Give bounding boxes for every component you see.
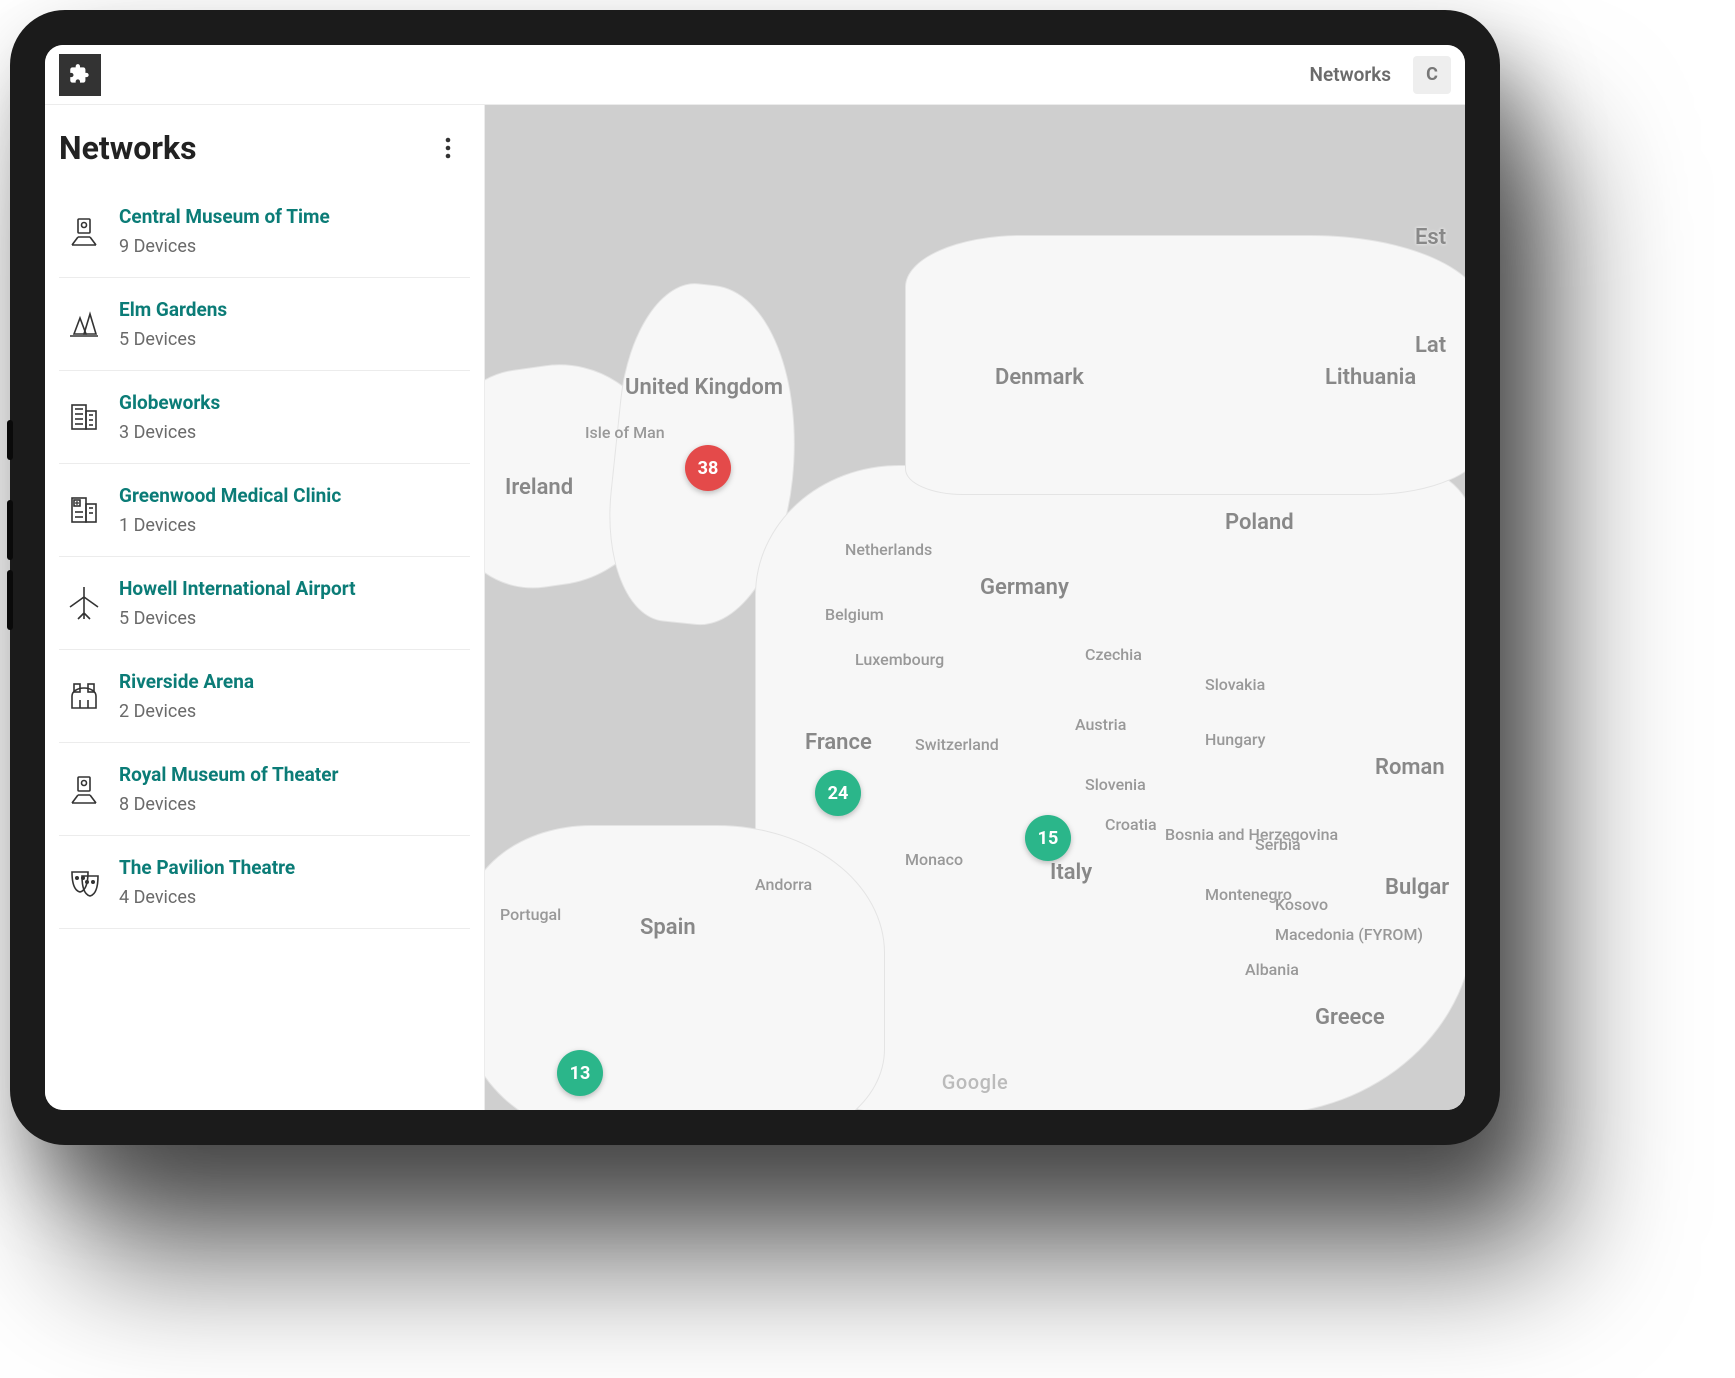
network-item-the-pavilion-theatre[interactable]: The Pavilion Theatre 4 Devices xyxy=(59,836,470,929)
map-label: Lat xyxy=(1415,333,1446,358)
network-name: Globeworks xyxy=(119,391,220,414)
network-device-count: 2 Devices xyxy=(119,701,254,722)
network-item-royal-museum-of-theater[interactable]: Royal Museum of Theater 8 Devices xyxy=(59,743,470,836)
power-button[interactable] xyxy=(7,420,13,460)
network-device-count: 5 Devices xyxy=(119,329,227,350)
network-item-howell-international-airport[interactable]: Howell International Airport 5 Devices xyxy=(59,557,470,650)
map[interactable]: United Kingdom Isle of Man Ireland Denmark N… xyxy=(485,105,1465,1110)
more-options-button[interactable] xyxy=(432,132,464,164)
network-list: Central Museum of Time 9 Devices Elm Garde… xyxy=(45,185,484,929)
map-label: Isle of Man xyxy=(585,423,665,442)
map-label: Italy xyxy=(1050,860,1092,885)
map-label: Czechia xyxy=(1085,645,1142,664)
map-marker-france[interactable]: 24 xyxy=(815,770,861,816)
network-name: Howell International Airport xyxy=(119,577,356,600)
map-label: Netherlands xyxy=(845,540,932,559)
map-marker-italy[interactable]: 15 xyxy=(1025,815,1071,861)
puzzle-icon xyxy=(67,62,93,88)
map-label: Albania xyxy=(1245,960,1299,979)
network-name: Royal Museum of Theater xyxy=(119,763,338,786)
map-label: Slovakia xyxy=(1205,675,1265,694)
network-name: Central Museum of Time xyxy=(119,205,330,228)
map-label: Roman xyxy=(1375,755,1445,780)
map-label: Germany xyxy=(980,575,1069,600)
network-name: Elm Gardens xyxy=(119,298,227,321)
network-device-count: 9 Devices xyxy=(119,236,330,257)
map-label: Est xyxy=(1415,225,1446,250)
map-label: Lithuania xyxy=(1325,365,1416,390)
museum-icon xyxy=(59,765,109,813)
map-attribution: Google xyxy=(942,1070,1008,1094)
map-label: Slovenia xyxy=(1085,775,1146,794)
building-icon xyxy=(59,393,109,441)
network-device-count: 8 Devices xyxy=(119,794,338,815)
map-label: Spain xyxy=(640,915,696,940)
map-label: Poland xyxy=(1225,510,1294,535)
map-label: Denmark xyxy=(995,365,1084,390)
network-device-count: 5 Devices xyxy=(119,608,356,629)
network-item-elm-gardens[interactable]: Elm Gardens 5 Devices xyxy=(59,278,470,371)
map-label: Serbia xyxy=(1255,835,1301,854)
sidebar: Networks Central Museum of Time 9 Devices… xyxy=(45,105,485,1110)
map-label: Bulgar xyxy=(1385,875,1449,900)
airplane-icon xyxy=(59,579,109,627)
map-label: Hungary xyxy=(1205,730,1265,749)
network-name: The Pavilion Theatre xyxy=(119,856,295,879)
map-label: Greece xyxy=(1315,1005,1385,1030)
network-name: Greenwood Medical Clinic xyxy=(119,484,341,507)
map-label: Ireland xyxy=(505,475,573,500)
nav-networks[interactable]: Networks xyxy=(1310,63,1391,86)
tablet-frame: Networks C Networks Central Museum of Ti… xyxy=(10,10,1500,1145)
volume-down-button[interactable] xyxy=(7,570,13,630)
hospital-icon xyxy=(59,486,109,534)
page-title: Networks xyxy=(59,129,432,167)
screen: Networks C Networks Central Museum of Ti… xyxy=(45,45,1465,1110)
map-marker-uk[interactable]: 38 xyxy=(685,445,731,491)
map-label: Croatia xyxy=(1105,815,1157,834)
map-label: Kosovo xyxy=(1275,895,1328,914)
network-name: Riverside Arena xyxy=(119,670,254,693)
topbar: Networks C xyxy=(45,45,1465,105)
map-label: France xyxy=(805,730,872,755)
network-device-count: 3 Devices xyxy=(119,422,220,443)
avatar[interactable]: C xyxy=(1413,56,1451,94)
park-icon xyxy=(59,300,109,348)
map-label: Austria xyxy=(1075,715,1126,734)
map-label: Macedonia (FYROM) xyxy=(1275,925,1423,944)
network-item-riverside-arena[interactable]: Riverside Arena 2 Devices xyxy=(59,650,470,743)
network-device-count: 4 Devices xyxy=(119,887,295,908)
network-device-count: 1 Devices xyxy=(119,515,341,536)
map-label: Portugal xyxy=(500,905,561,924)
volume-up-button[interactable] xyxy=(7,500,13,560)
content: Networks Central Museum of Time 9 Devices… xyxy=(45,105,1465,1110)
more-vertical-icon xyxy=(445,136,451,160)
map-label: Switzerland xyxy=(915,735,999,754)
arena-icon xyxy=(59,672,109,720)
map-label: Andorra xyxy=(755,875,812,894)
map-label: Bosnia and Herzegovina xyxy=(1165,825,1338,844)
network-item-globeworks[interactable]: Globeworks 3 Devices xyxy=(59,371,470,464)
museum-icon xyxy=(59,207,109,255)
map-label: Belgium xyxy=(825,605,884,624)
map-label: Luxembourg xyxy=(855,650,944,669)
app-logo[interactable] xyxy=(59,54,101,96)
network-item-central-museum-of-time[interactable]: Central Museum of Time 9 Devices xyxy=(59,185,470,278)
map-label: Monaco xyxy=(905,850,963,869)
landmass xyxy=(485,825,885,1110)
map-marker-portugal[interactable]: 13 xyxy=(557,1050,603,1096)
network-item-greenwood-medical-clinic[interactable]: Greenwood Medical Clinic 1 Devices xyxy=(59,464,470,557)
map-label: United Kingdom xyxy=(625,375,783,400)
theater-icon xyxy=(59,858,109,906)
